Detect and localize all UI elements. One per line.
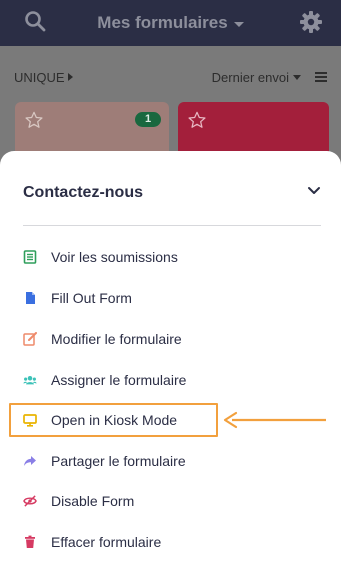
menu-item-label: Disable Form: [51, 493, 135, 509]
menu-item-edit-form[interactable]: Modifier le formulaire: [23, 328, 182, 350]
search-icon[interactable]: [24, 10, 46, 32]
menu-item-label: Partager le formulaire: [51, 453, 186, 469]
menu-item-label: Voir les soumissions: [51, 249, 178, 265]
menu-item-fill-out-form[interactable]: Fill Out Form: [23, 287, 132, 309]
app-header: Mes formulaires: [0, 0, 341, 46]
sort-label[interactable]: Dernier envoi: [212, 70, 289, 85]
form-actions-sheet: Contactez-nous Voir les soumissions Fill…: [0, 151, 341, 573]
edit-icon: [23, 332, 37, 346]
star-icon[interactable]: [188, 111, 206, 129]
menu-item-assign-form[interactable]: Assigner le formulaire: [23, 369, 186, 391]
submission-count-badge: 1: [135, 112, 161, 127]
filter-bar: UNIQUE Dernier envoi: [0, 46, 341, 108]
star-icon[interactable]: [25, 111, 43, 129]
pointer-arrow-icon: [223, 411, 326, 429]
filter-dropdown[interactable]: UNIQUE: [14, 70, 73, 85]
forms-dropdown[interactable]: Mes formulaires: [97, 13, 244, 33]
list-view-icon[interactable]: [315, 72, 327, 82]
trash-icon: [23, 535, 37, 549]
menu-item-delete-form[interactable]: Effacer formulaire: [23, 531, 161, 553]
menu-item-share-form[interactable]: Partager le formulaire: [23, 450, 186, 472]
submissions-icon: [23, 250, 37, 264]
menu-item-view-submissions[interactable]: Voir les soumissions: [23, 246, 178, 268]
chevron-down-icon[interactable]: [307, 186, 321, 196]
highlight-box: [9, 403, 218, 437]
eye-slash-icon: [23, 494, 37, 508]
menu-item-label: Effacer formulaire: [51, 534, 162, 550]
caret-down-icon: [233, 21, 244, 27]
gear-icon[interactable]: [299, 10, 323, 34]
menu-item-disable-form[interactable]: Disable Form: [23, 490, 134, 512]
caret-right-icon: [67, 73, 73, 81]
page-title: Mes formulaires: [97, 13, 228, 32]
sheet-title: Contactez-nous: [23, 184, 143, 201]
caret-down-icon: [293, 74, 301, 80]
assign-users-icon: [23, 373, 37, 387]
form-document-icon: [23, 291, 37, 305]
divider: [23, 225, 321, 226]
menu-item-label: Assigner le formulaire: [51, 372, 187, 388]
menu-item-label: Fill Out Form: [51, 290, 132, 306]
menu-item-label: Modifier le formulaire: [51, 331, 182, 347]
share-arrow-icon: [23, 454, 37, 468]
filter-label: UNIQUE: [14, 69, 65, 85]
